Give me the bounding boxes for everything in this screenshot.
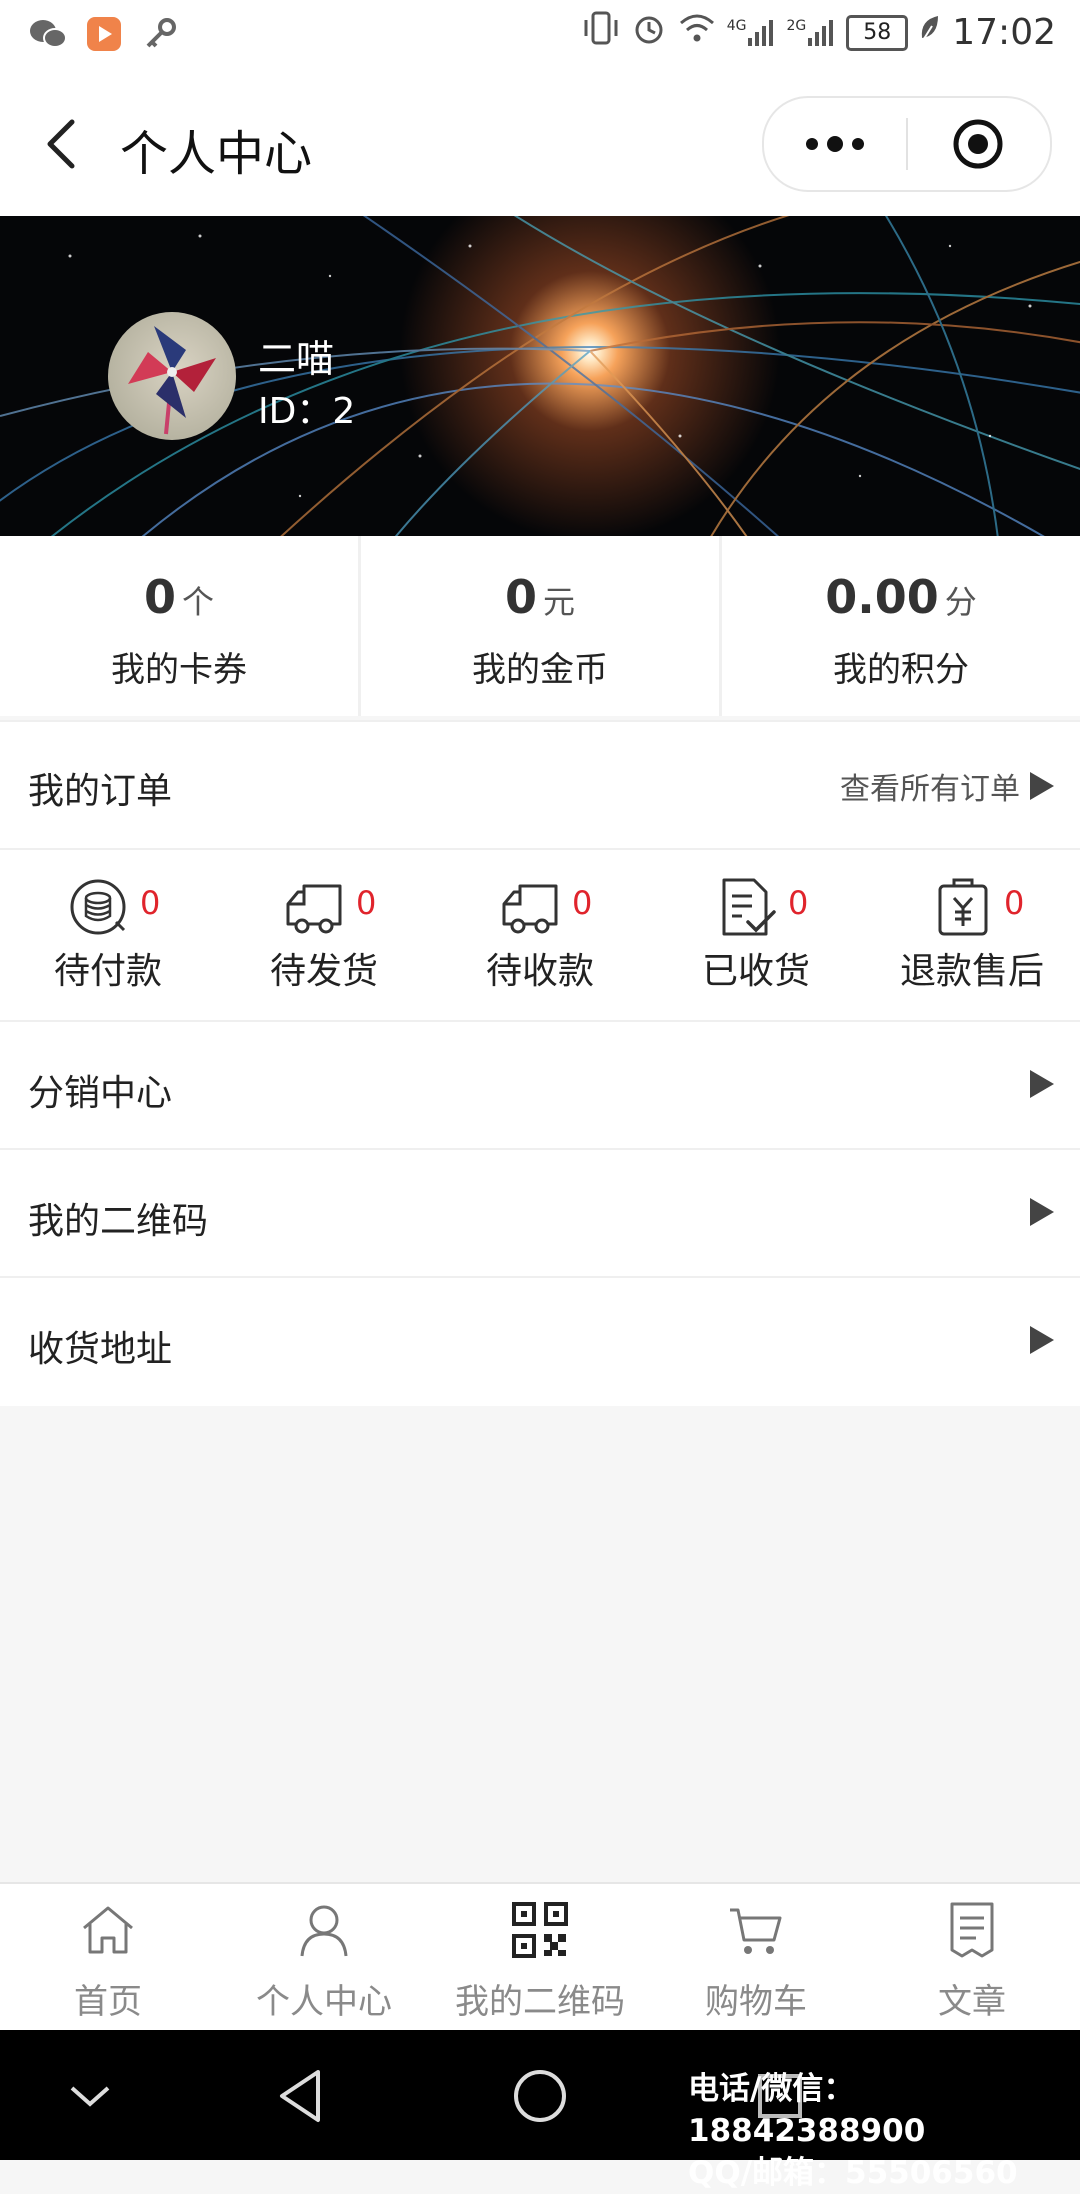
close-target-icon[interactable] [952, 118, 1004, 170]
tab-label: 购物车 [705, 1982, 807, 2022]
stat-value: 0.00 [825, 570, 939, 624]
status-bar: 4G 2G 58 17:02 [0, 0, 1080, 72]
order-refund[interactable]: 0 退款售后 [864, 850, 1080, 1022]
stat-label: 我的卡券 [111, 650, 247, 690]
order-status-bar: 0 待付款 0 待发货 0 待收款 0 已收货 0 退款售后 [0, 848, 1080, 1022]
stat-unit: 分 [944, 583, 977, 621]
profile-banner: 二喵 ID：2 [0, 216, 1080, 536]
stat-unit: 个 [182, 583, 215, 621]
page-title: 个人中心 [120, 126, 313, 182]
my-orders-title: 我的订单 [28, 771, 173, 812]
order-count: 0 [1004, 884, 1025, 922]
tab-cart[interactable]: 购物车 [648, 1884, 864, 2032]
stat-points[interactable]: 0.00 分 我的积分 [719, 536, 1080, 716]
article-icon [942, 1900, 1002, 1960]
menu-row-address[interactable]: 收货地址 [0, 1276, 1080, 1406]
home-icon [78, 1900, 138, 1960]
stat-label: 我的积分 [833, 650, 969, 690]
bottom-tab-bar: 首页 个人中心 我的二维码 购物车 文章 [0, 1882, 1080, 2032]
leaf-icon [918, 12, 942, 53]
chevron-right-icon [1030, 772, 1054, 800]
wifi-icon [677, 11, 717, 54]
order-label: 待发货 [269, 951, 378, 992]
view-all-orders-link[interactable]: 查看所有订单 [840, 764, 1020, 808]
wechat-icon [28, 14, 68, 54]
chevron-right-icon [1030, 1198, 1054, 1226]
menu-label: 我的二维码 [28, 1201, 209, 1242]
contact-line-phone: 电话/微信：18842388900 [688, 2071, 926, 2149]
order-label: 已收货 [701, 951, 810, 992]
order-pending-payment[interactable]: 0 待付款 [0, 850, 216, 1022]
order-count: 0 [356, 884, 377, 922]
coins-icon [68, 876, 130, 938]
menu-row-qrcode[interactable]: 我的二维码 [0, 1148, 1080, 1278]
stat-label: 我的金币 [472, 650, 608, 690]
truck-icon [500, 876, 562, 938]
key-icon [140, 14, 180, 54]
order-pending-shipment[interactable]: 0 待发货 [216, 850, 432, 1022]
order-label: 退款售后 [899, 951, 1044, 992]
user-id: ID：2 [258, 391, 356, 432]
qrcode-icon [510, 1900, 570, 1960]
back-arrow-icon[interactable] [38, 116, 86, 172]
menu-label: 收货地址 [28, 1329, 173, 1370]
refund-tag-icon [932, 876, 994, 938]
receipt-check-icon [716, 876, 778, 938]
order-label: 待收款 [485, 951, 594, 992]
tab-home[interactable]: 首页 [0, 1884, 216, 2032]
truck-icon [284, 876, 346, 938]
cart-icon [726, 1900, 786, 1960]
order-count: 0 [572, 884, 593, 922]
video-app-icon [84, 14, 124, 54]
pinwheel-icon [128, 326, 216, 435]
status-time: 17:02 [952, 12, 1056, 53]
stat-coupons[interactable]: 0个 我的卡券 [0, 536, 358, 716]
tab-profile[interactable]: 个人中心 [216, 1884, 432, 2032]
chevron-right-icon [1030, 1326, 1054, 1354]
order-label: 待付款 [53, 951, 162, 992]
tab-label: 我的二维码 [455, 1982, 625, 2022]
order-count: 0 [788, 884, 809, 922]
contact-watermark: 电话/微信：18842388900 QQ/邮箱：55506560 [688, 2068, 1080, 2194]
contact-line-qq: QQ/邮箱：55506560 [688, 2155, 1018, 2191]
tab-label: 文章 [938, 1982, 1006, 2022]
tab-label: 个人中心 [256, 1982, 392, 2022]
menu-label: 分销中心 [28, 1073, 173, 1114]
nav-back-icon[interactable] [270, 2064, 334, 2128]
chevron-down-icon[interactable] [58, 2064, 122, 2128]
battery-icon: 58 [846, 14, 909, 51]
tab-label: 首页 [74, 1982, 142, 2022]
alarm-icon [631, 10, 667, 55]
user-icon [294, 1900, 354, 1960]
order-received[interactable]: 0 已收货 [648, 850, 864, 1022]
stat-coins[interactable]: 0元 我的金币 [358, 536, 719, 716]
stat-unit: 元 [543, 583, 576, 621]
signal-4g: 4G [727, 18, 777, 48]
my-orders-row[interactable]: 我的订单 查看所有订单 [0, 720, 1080, 848]
stat-value: 0 [504, 570, 537, 624]
stats-panel: 0个 我的卡券 0元 我的金币 0.00 分 我的积分 [0, 536, 1080, 716]
order-count: 0 [140, 884, 161, 922]
vibrate-icon [581, 10, 621, 55]
system-nav-bar: 电话/微信：18842388900 QQ/邮箱：55506560 [0, 2030, 1080, 2191]
title-bar: 个人中心 [0, 72, 1080, 216]
miniprogram-capsule [762, 96, 1052, 192]
order-pending-receipt[interactable]: 0 待收款 [432, 850, 648, 1022]
capsule-divider [906, 118, 908, 170]
nav-home-icon[interactable] [508, 2064, 572, 2128]
user-name: 二喵 [258, 337, 335, 381]
tab-qrcode[interactable]: 我的二维码 [432, 1884, 648, 2032]
signal-2g: 2G [786, 18, 836, 48]
chevron-right-icon [1030, 1070, 1054, 1098]
menu-row-distribution[interactable]: 分销中心 [0, 1020, 1080, 1150]
tab-articles[interactable]: 文章 [864, 1884, 1080, 2032]
avatar[interactable] [108, 312, 236, 440]
stat-value: 0 [143, 570, 176, 624]
more-dots-icon[interactable] [802, 128, 868, 160]
